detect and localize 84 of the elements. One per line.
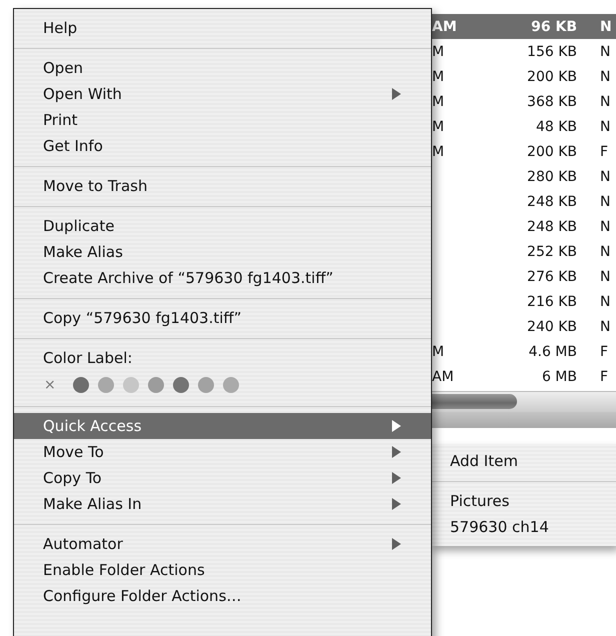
table-cell: 156 KB	[527, 44, 577, 60]
menu-item[interactable]: Open	[14, 55, 431, 81]
file-row[interactable]: 252 KB N	[432, 239, 616, 264]
table-cell: 4.6 MB	[528, 344, 577, 360]
table-cell: 248 KB	[527, 194, 577, 210]
file-row[interactable]: M 368 KB N	[432, 89, 616, 114]
color-label-dot[interactable]	[222, 377, 239, 393]
color-label-dot[interactable]	[148, 377, 164, 393]
file-row[interactable]: AM 96 KB N	[432, 14, 616, 39]
file-row[interactable]: 248 KB N	[432, 214, 616, 239]
color-label-dot[interactable]	[72, 377, 89, 393]
scrollbar[interactable]	[432, 391, 616, 412]
menu-item[interactable]: Configure Folder Actions…	[14, 583, 431, 609]
file-row[interactable]: 216 KB N	[432, 289, 616, 314]
table-cell-text: N	[599, 118, 610, 134]
file-row[interactable]: M 4.6 MB F	[432, 339, 616, 364]
table-cell: 368 KB	[527, 94, 577, 110]
menu-item[interactable]: Pictures	[430, 488, 616, 514]
menu-item[interactable]: Help	[14, 15, 431, 41]
menu-item[interactable]: Open With	[14, 81, 431, 107]
table-cell: 240 KB	[527, 318, 577, 334]
menu-item[interactable]: Copy “579630 fg1403.tiff”	[14, 305, 431, 331]
color-label-dot[interactable]	[172, 377, 189, 393]
table-cell-text: N	[599, 44, 610, 60]
menu-item[interactable]: Quick Access	[14, 413, 431, 439]
table-cell-text: M	[432, 94, 446, 110]
table-cell: 200 KB	[527, 68, 577, 84]
table-cell-text: AM	[432, 18, 458, 34]
table-cell-text: N	[599, 168, 610, 184]
table-cell: 252 KB	[527, 244, 577, 260]
menu-item[interactable]: Create Archive of “579630 fg1403.tiff”	[14, 265, 431, 291]
table-cell: 280 KB	[527, 168, 577, 184]
table-cell-text: N	[599, 318, 610, 334]
table-cell-text: M	[432, 68, 446, 84]
table-cell: 216 KB	[527, 294, 577, 310]
menu-item[interactable]: Duplicate	[14, 213, 431, 239]
table-cell-text: N	[599, 244, 610, 260]
table-cell: 276 KB	[527, 268, 577, 284]
table-cell-text: N	[599, 68, 610, 84]
menu-item[interactable]: 579630 ch14	[430, 514, 616, 540]
table-cell-text: F	[599, 368, 608, 384]
table-cell-text: N	[599, 194, 610, 210]
file-row[interactable]: 240 KB N	[432, 314, 616, 339]
menu-item[interactable]: Print	[14, 107, 431, 133]
table-cell-text: F	[599, 344, 608, 360]
table-cell-text: N	[599, 294, 610, 310]
table-cell-text: N	[599, 268, 610, 284]
menu-item[interactable]: Make Alias	[14, 239, 431, 265]
table-cell-text: N	[599, 18, 612, 34]
file-row[interactable]: AM 6 MB F	[432, 364, 616, 389]
table-cell-text: F	[599, 144, 608, 160]
menu-item[interactable]: Copy To	[14, 465, 431, 491]
table-cell: 200 KB	[527, 144, 577, 160]
scrollbar-thumb[interactable]	[432, 394, 517, 409]
menu-item[interactable]: Move To	[14, 439, 431, 465]
table-cell-text: M	[432, 44, 446, 60]
table-cell-text: M	[432, 344, 446, 360]
menu-item[interactable]: Add Item	[430, 448, 616, 474]
color-label-dot[interactable]	[98, 377, 114, 393]
table-cell-text: AM	[432, 368, 455, 384]
menu-item[interactable]: Move to Trash	[14, 173, 431, 199]
file-row[interactable]: 280 KB N	[432, 164, 616, 189]
menu-item[interactable]: Enable Folder Actions	[14, 557, 431, 583]
table-cell-text: M	[432, 118, 446, 134]
menu-item[interactable]: Make Alias In	[14, 491, 431, 517]
menu-heading: Color Label:	[42, 348, 132, 369]
file-row[interactable]: 276 KB N	[432, 264, 616, 289]
menu-item[interactable]: Automator	[14, 531, 431, 557]
file-row[interactable]: 248 KB N	[432, 189, 616, 214]
table-cell: 48 KB	[536, 118, 577, 134]
table-cell-text: N	[599, 218, 610, 234]
table-cell: 96 KB	[531, 18, 577, 34]
file-row[interactable]: M 156 KB N	[432, 39, 616, 64]
table-cell: 6 MB	[542, 368, 577, 384]
color-label-dot[interactable]	[122, 377, 139, 393]
table-cell-text: M	[432, 144, 446, 160]
file-row[interactable]: M 48 KB N	[432, 114, 616, 139]
file-row[interactable]: M 200 KB N	[432, 64, 616, 89]
table-cell-text: N	[599, 94, 610, 110]
color-label-dot[interactable]	[198, 377, 214, 393]
clear-label-button[interactable]: ×	[44, 377, 56, 393]
menu-item[interactable]: Get Info	[14, 133, 431, 159]
table-cell: 248 KB	[527, 218, 577, 234]
file-row[interactable]: M 200 KB F	[432, 139, 616, 164]
